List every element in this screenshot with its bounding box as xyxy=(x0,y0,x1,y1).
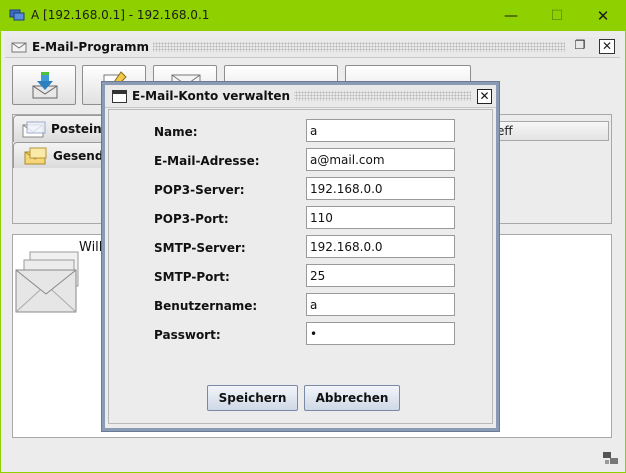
dialog-window-icon xyxy=(112,90,127,103)
table-column-header[interactable]: eff xyxy=(492,121,609,141)
password-field[interactable] xyxy=(306,322,455,345)
manage-account-dialog: E-Mail-Konto verwalten ✕ Name: E-Mail-Ad… xyxy=(102,82,499,431)
email-field[interactable] xyxy=(306,148,455,171)
dialog-body: Name: E-Mail-Adresse: POP3-Server: POP3-… xyxy=(108,109,493,424)
username-field[interactable] xyxy=(306,293,455,316)
dialog-titlebar-grip xyxy=(265,91,471,101)
cancel-button[interactable]: Abbrechen xyxy=(304,385,400,411)
name-field[interactable] xyxy=(306,119,455,142)
mail-app-icon xyxy=(11,42,27,53)
close-window-button[interactable]: ✕ xyxy=(580,0,626,31)
resize-grip-icon[interactable] xyxy=(602,451,620,467)
dialog-titlebar[interactable]: E-Mail-Konto verwalten ✕ xyxy=(105,85,496,108)
network-app-icon xyxy=(9,9,25,21)
tab-gesendet[interactable]: Gesende xyxy=(13,142,112,168)
password-label: Passwort: xyxy=(154,328,221,342)
smtp-server-label: SMTP-Server: xyxy=(154,241,246,255)
pop3-port-label: POP3-Port: xyxy=(154,212,229,226)
pop3-port-field[interactable] xyxy=(306,206,455,229)
smtp-port-label: SMTP-Port: xyxy=(154,270,230,284)
inbox-envelope-icon xyxy=(22,121,46,138)
window-title: A [192.168.0.1] - 192.168.0.1 xyxy=(31,8,210,22)
titlebar-grip xyxy=(137,42,565,52)
dialog-close-button[interactable]: ✕ xyxy=(477,89,492,104)
minimize-button[interactable]: — xyxy=(488,0,534,31)
pop3-server-label: POP3-Server: xyxy=(154,183,245,197)
save-button[interactable]: Speichern xyxy=(207,385,298,411)
internal-frame-titlebar[interactable]: E-Mail-Programm ❐ ✕ xyxy=(5,37,620,58)
maximize-button[interactable]: ☐ xyxy=(534,0,580,31)
receive-mail-button[interactable] xyxy=(12,65,76,105)
dialog-title: E-Mail-Konto verwalten xyxy=(132,89,295,103)
name-label: Name: xyxy=(154,125,198,139)
download-mail-icon xyxy=(32,72,58,99)
smtp-port-field[interactable] xyxy=(306,264,455,287)
smtp-server-field[interactable] xyxy=(306,235,455,258)
tab-posteingang[interactable]: Posteinga xyxy=(13,115,118,142)
window-titlebar: A [192.168.0.1] - 192.168.0.1 — ☐ ✕ xyxy=(0,0,626,31)
envelope-stack-icon xyxy=(15,251,79,313)
email-label: E-Mail-Adresse: xyxy=(154,154,260,168)
pop3-server-field[interactable] xyxy=(306,177,455,200)
restore-frame-button[interactable]: ❐ xyxy=(572,39,588,54)
username-label: Benutzername: xyxy=(154,299,258,313)
welcome-text: Will xyxy=(79,240,103,255)
internal-frame-title: E-Mail-Programm xyxy=(32,40,153,54)
sent-envelope-icon xyxy=(24,147,47,165)
close-frame-button[interactable]: ✕ xyxy=(599,39,615,54)
